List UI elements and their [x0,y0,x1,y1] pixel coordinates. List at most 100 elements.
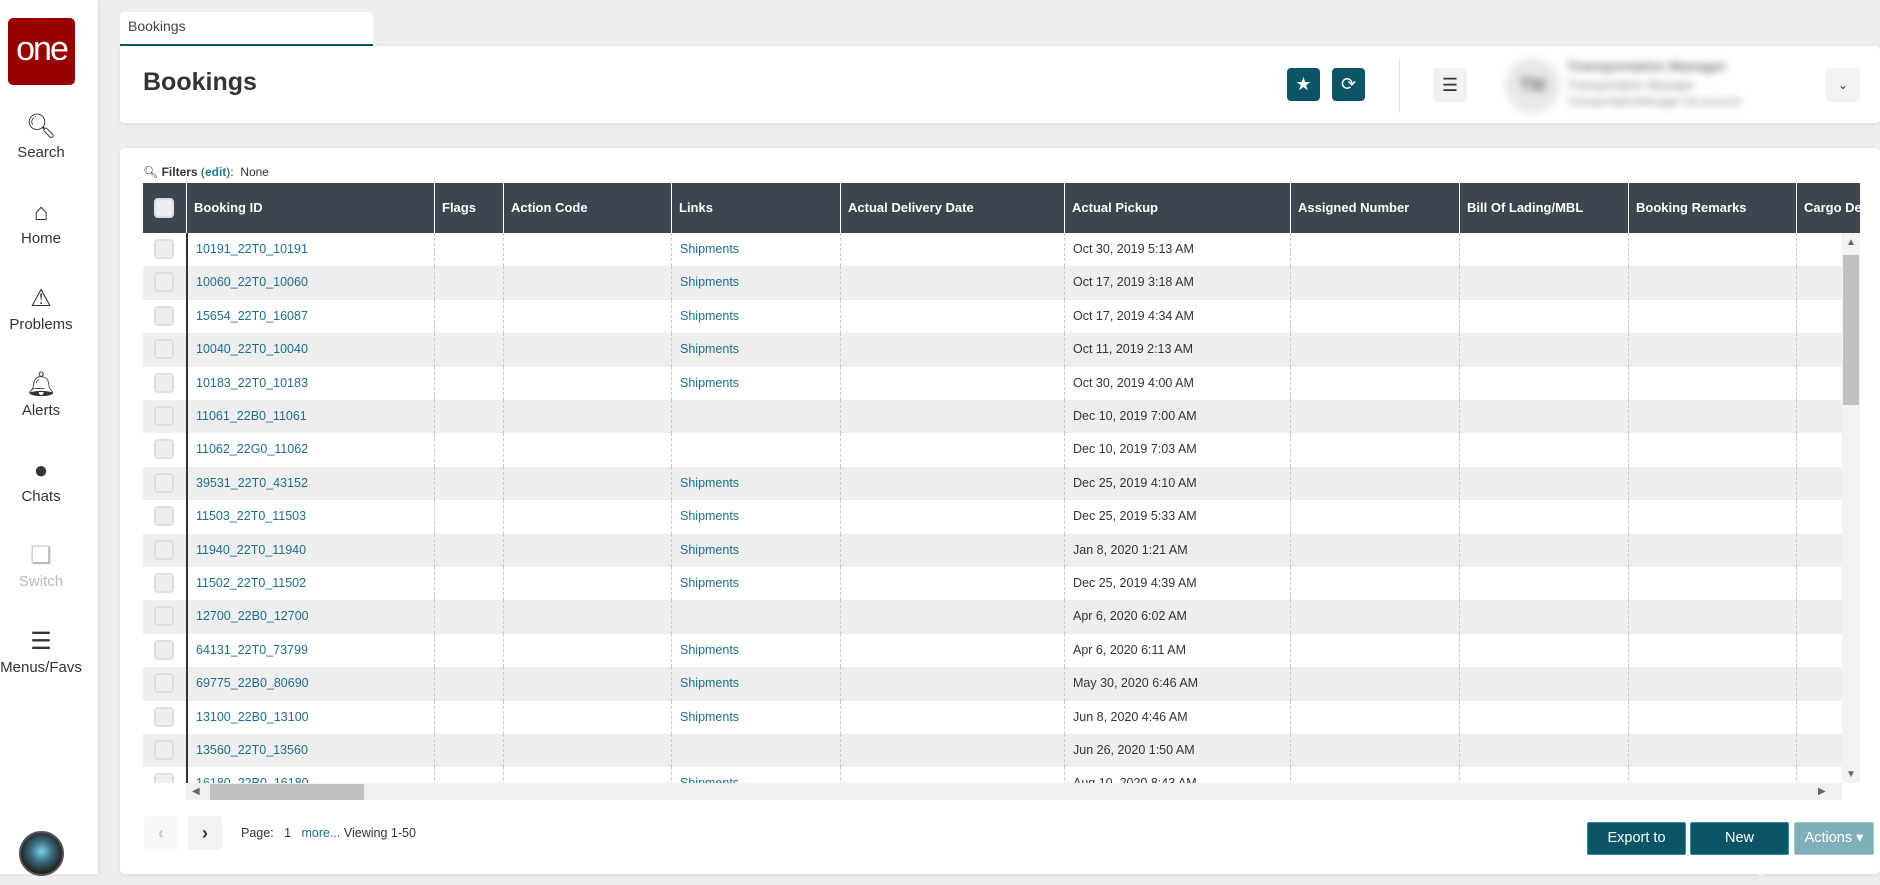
column-header[interactable]: Actual Delivery Date [840,183,1064,233]
table-row[interactable]: 13560_22T0_13560 Jun 26, 2020 1:50 AM [143,734,1842,768]
sidebar-item-menus-favs[interactable]: ☰ Menus/Favs [0,627,82,676]
column-header[interactable]: Action Code [503,183,671,233]
refresh-button[interactable]: ⟳ [1332,68,1365,101]
column-header[interactable]: Actual Pickup [1064,183,1290,233]
table-row[interactable]: 11502_22T0_11502 Shipments Dec 25, 2019 4:… [143,567,1842,601]
shipments-link[interactable]: Shipments [671,700,840,734]
favorite-button[interactable]: ★ [1287,68,1320,101]
booking-id-link[interactable]: 13560_22T0_13560 [186,734,434,768]
shipments-link[interactable]: Shipments [671,366,840,400]
booking-id-link[interactable]: 13100_22B0_13100 [186,700,434,734]
row-checkbox[interactable] [154,372,174,393]
column-header[interactable]: Booking Remarks [1628,183,1796,233]
table-row[interactable]: 10060_22T0_10060 Shipments Oct 17, 2019 3:… [143,266,1842,300]
row-checkbox[interactable] [154,673,174,694]
user-avatar[interactable]: TM [1505,58,1560,113]
row-checkbox[interactable] [154,773,174,783]
table-row[interactable]: 69775_22B0_80690 Shipments May 30, 2020 6:… [143,667,1842,701]
shipments-link[interactable] [671,433,840,467]
row-checkbox[interactable] [154,305,174,326]
sidebar-item-home[interactable]: ⌂ Home [0,198,82,247]
row-checkbox[interactable] [154,339,174,360]
vertical-scrollbar[interactable]: ▲ ▼ [1842,233,1860,783]
booking-id-link[interactable]: 16180_22B0_16180 [186,767,434,783]
column-header[interactable]: Booking ID [186,183,434,233]
actions-dropdown-button[interactable]: Actions ▾ [1794,822,1874,855]
booking-id-link[interactable]: 11502_22T0_11502 [186,567,434,601]
table-row[interactable]: 11061_22B0_11061 Dec 10, 2019 7:00 AM [143,400,1842,434]
row-checkbox[interactable] [154,539,174,560]
table-row[interactable]: 13100_22B0_13100 Shipments Jun 8, 2020 4:4… [143,700,1842,734]
tab-bookings[interactable]: Bookings [120,12,373,46]
row-checkbox[interactable] [154,606,174,627]
table-row[interactable]: 64131_22T0_73799 Shipments Apr 6, 2020 6:1… [143,633,1842,668]
table-row[interactable]: 15654_22T0_16087 Shipments Oct 17, 2019 4:… [143,299,1842,334]
booking-id-link[interactable]: 39531_22T0_43152 [186,466,434,501]
sidebar-item-alerts[interactable]: 🔔︎ Alerts [0,370,82,419]
sidebar-item-chats[interactable]: ● Chats [0,456,82,505]
shipments-link[interactable]: Shipments [671,333,840,367]
row-checkbox[interactable] [154,573,174,593]
shipments-link[interactable]: Shipments [671,500,840,534]
shipments-link[interactable]: Shipments [671,299,840,334]
next-page-button[interactable]: › [188,816,222,850]
row-checkbox[interactable] [154,706,174,727]
table-row[interactable]: 11940_22T0_11940 Shipments Jan 8, 2020 1:2… [143,533,1842,567]
shipments-link[interactable]: Shipments [671,767,840,783]
shipments-link[interactable]: Shipments [671,633,840,668]
column-header[interactable]: Links [671,183,840,233]
column-header[interactable]: Bill Of Lading/MBL [1459,183,1628,233]
row-checkbox[interactable] [154,639,174,660]
shipments-link[interactable]: Shipments [671,667,840,701]
row-checkbox[interactable] [154,472,174,493]
table-row[interactable]: 11503_22T0_11503 Shipments Dec 25, 2019 5:… [143,500,1842,534]
row-checkbox[interactable] [154,740,174,760]
table-row[interactable]: 10040_22T0_10040 Shipments Oct 11, 2019 2:… [143,333,1842,367]
row-checkbox[interactable] [154,506,174,527]
column-header[interactable]: Assigned Number [1290,183,1459,233]
export-to-file-button[interactable]: Export to File [1587,822,1686,877]
user-menu-button[interactable]: ⌄ [1826,68,1860,102]
app-logo[interactable]: one [8,18,75,85]
shipments-link[interactable] [671,600,840,634]
column-header[interactable]: Cargo Del [1796,183,1860,233]
booking-id-link[interactable]: 10040_22T0_10040 [186,333,434,367]
prev-page-button[interactable]: ‹ [144,816,178,850]
table-row[interactable]: 10183_22T0_10183 Shipments Oct 30, 2019 4:… [143,366,1842,400]
shipments-link[interactable]: Shipments [671,233,840,267]
filters-edit-link[interactable]: edit [205,165,226,179]
booking-id-link[interactable]: 11503_22T0_11503 [186,500,434,534]
table-row[interactable]: 10191_22T0_10191 Shipments Oct 30, 2019 5:… [143,233,1842,267]
new-booking-button[interactable]: New Booking [1690,822,1789,877]
shipments-link[interactable] [671,400,840,434]
row-checkbox[interactable] [154,439,174,460]
table-row[interactable]: 39531_22T0_43152 Shipments Dec 25, 2019 4:… [143,466,1842,501]
row-checkbox[interactable] [154,406,174,426]
column-header[interactable]: Flags [434,183,503,233]
booking-id-link[interactable]: 15654_22T0_16087 [186,299,434,334]
booking-id-link[interactable]: 11062_22G0_11062 [186,433,434,467]
shipments-link[interactable]: Shipments [671,466,840,501]
shipments-link[interactable]: Shipments [671,567,840,601]
booking-id-link[interactable]: 64131_22T0_73799 [186,633,434,668]
booking-id-link[interactable]: 10060_22T0_10060 [186,266,434,300]
booking-id-link[interactable]: 11061_22B0_11061 [186,400,434,434]
row-checkbox[interactable] [154,272,174,293]
shipments-link[interactable]: Shipments [671,266,840,300]
row-checkbox[interactable] [154,239,174,259]
booking-id-link[interactable]: 69775_22B0_80690 [186,667,434,701]
more-pages-link[interactable]: more... [301,826,340,840]
shipments-link[interactable] [671,734,840,768]
sidebar-item-problems[interactable]: ⚠ Problems [0,284,82,333]
booking-id-link[interactable]: 10191_22T0_10191 [186,233,434,267]
booking-id-link[interactable]: 12700_22B0_12700 [186,600,434,634]
booking-id-link[interactable]: 10183_22T0_10183 [186,366,434,400]
shipments-link[interactable]: Shipments [671,533,840,567]
table-row[interactable]: 11062_22G0_11062 Dec 10, 2019 7:03 AM [143,433,1842,467]
booking-id-link[interactable]: 11940_22T0_11940 [186,533,434,567]
select-all-checkbox[interactable] [154,198,174,218]
table-row[interactable]: 16180_22B0_16180 Shipments Aug 10, 2020 8:… [143,767,1842,783]
page-menu-button[interactable]: ☰ [1433,68,1467,102]
horizontal-scrollbar[interactable]: ◀ ▶ [186,783,1842,800]
assistant-avatar-icon[interactable] [19,831,64,876]
